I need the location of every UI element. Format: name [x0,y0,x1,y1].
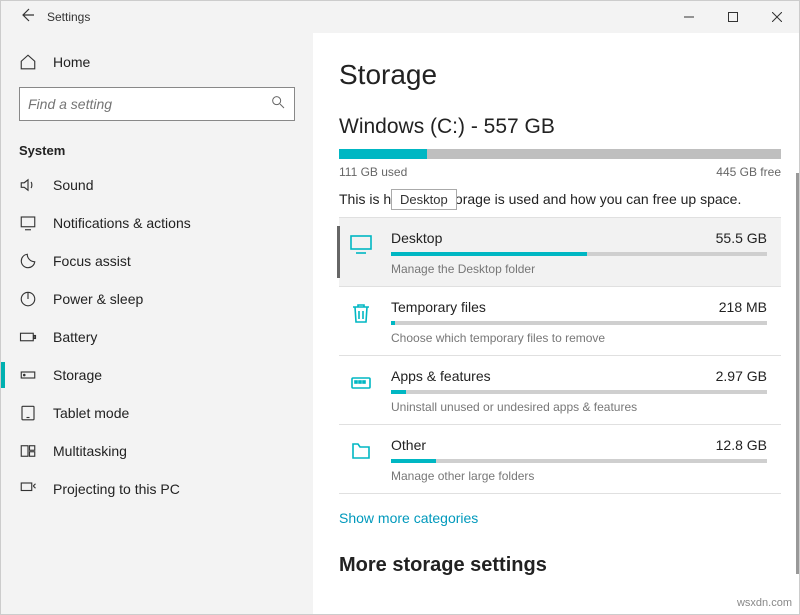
sidebar-item-home[interactable]: Home [1,43,313,81]
category-size: 55.5 GB [716,230,767,246]
sidebar-item-label: Tablet mode [53,405,129,421]
search-icon [270,94,286,115]
settings-window: Settings Home System Sound [0,0,800,615]
window-title: Settings [47,10,90,24]
drive-used-label: 111 GB used [339,165,407,179]
category-sub: Manage the Desktop folder [391,262,767,276]
category-apps-features[interactable]: Apps & features 2.97 GB Uninstall unused … [339,356,781,425]
arrow-left-icon [19,7,35,23]
search-input[interactable] [19,87,295,121]
category-name: Temporary files [391,299,486,315]
main-panel: Storage Windows (C:) - 557 GB 111 GB use… [313,33,799,614]
sidebar-item-notifications[interactable]: Notifications & actions [1,204,313,242]
trash-icon [349,301,373,325]
sidebar-item-label: Multitasking [53,443,127,459]
sidebar-item-label: Home [53,54,90,70]
tooltip: Desktop [391,189,457,210]
sidebar-section-label: System [1,133,313,166]
sidebar-item-battery[interactable]: Battery [1,318,313,356]
category-temporary-files[interactable]: Temporary files 218 MB Choose which tempo… [339,287,781,356]
drive-free-label: 445 GB free [716,165,781,179]
sidebar-item-sound[interactable]: Sound [1,166,313,204]
sidebar-item-label: Power & sleep [53,291,143,307]
more-storage-settings-heading: More storage settings [339,554,781,587]
category-size: 12.8 GB [716,437,767,453]
category-name: Desktop [391,230,442,246]
back-button[interactable] [19,7,35,28]
storage-description: This is how your storage is used and how… [339,191,781,207]
notifications-icon [19,214,37,232]
sidebar-item-label: Notifications & actions [53,215,191,231]
category-sub: Choose which temporary files to remove [391,331,767,345]
category-sub: Manage other large folders [391,469,767,483]
sidebar: Home System Sound Notifications & action… [1,33,313,614]
sidebar-item-projecting[interactable]: Projecting to this PC [1,470,313,508]
scrollbar[interactable] [796,173,799,574]
moon-icon [19,252,37,270]
sidebar-item-tablet-mode[interactable]: Tablet mode [1,394,313,432]
category-desktop[interactable]: Desktop 55.5 GB Manage the Desktop folder [339,218,781,287]
power-icon [19,290,37,308]
category-sub: Uninstall unused or undesired apps & fea… [391,400,767,414]
page-title: Storage [339,59,781,91]
category-size: 2.97 GB [716,368,767,384]
sidebar-item-label: Sound [53,177,93,193]
maximize-button[interactable] [711,1,755,33]
category-other[interactable]: Other 12.8 GB Manage other large folders [339,425,781,494]
home-icon [19,53,37,71]
sidebar-item-label: Focus assist [53,253,131,269]
category-name: Apps & features [391,368,491,384]
speaker-icon [19,176,37,194]
drive-usage-fill [339,149,427,159]
desktop-icon [349,232,373,256]
close-button[interactable] [755,1,799,33]
category-name: Other [391,437,426,453]
apps-icon [349,370,373,394]
folder-icon [349,439,373,463]
sidebar-item-focus-assist[interactable]: Focus assist [1,242,313,280]
sidebar-item-label: Storage [53,367,102,383]
minimize-button[interactable] [667,1,711,33]
storage-icon [19,366,37,384]
sidebar-item-label: Projecting to this PC [53,481,180,497]
search-field[interactable] [28,96,270,112]
titlebar: Settings [1,1,799,33]
category-size: 218 MB [719,299,767,315]
sidebar-item-storage[interactable]: Storage [1,356,313,394]
multitasking-icon [19,442,37,460]
show-more-categories-link[interactable]: Show more categories [339,494,781,554]
tablet-icon [19,404,37,422]
sidebar-item-label: Battery [53,329,97,345]
sidebar-item-multitasking[interactable]: Multitasking [1,432,313,470]
drive-usage-bar [339,149,781,159]
watermark: wsxdn.com [737,597,792,609]
storage-categories: Desktop 55.5 GB Manage the Desktop folder… [339,217,781,494]
projecting-icon [19,480,37,498]
battery-icon [19,328,37,346]
drive-title: Windows (C:) - 557 GB [339,115,781,139]
sidebar-item-power-sleep[interactable]: Power & sleep [1,280,313,318]
